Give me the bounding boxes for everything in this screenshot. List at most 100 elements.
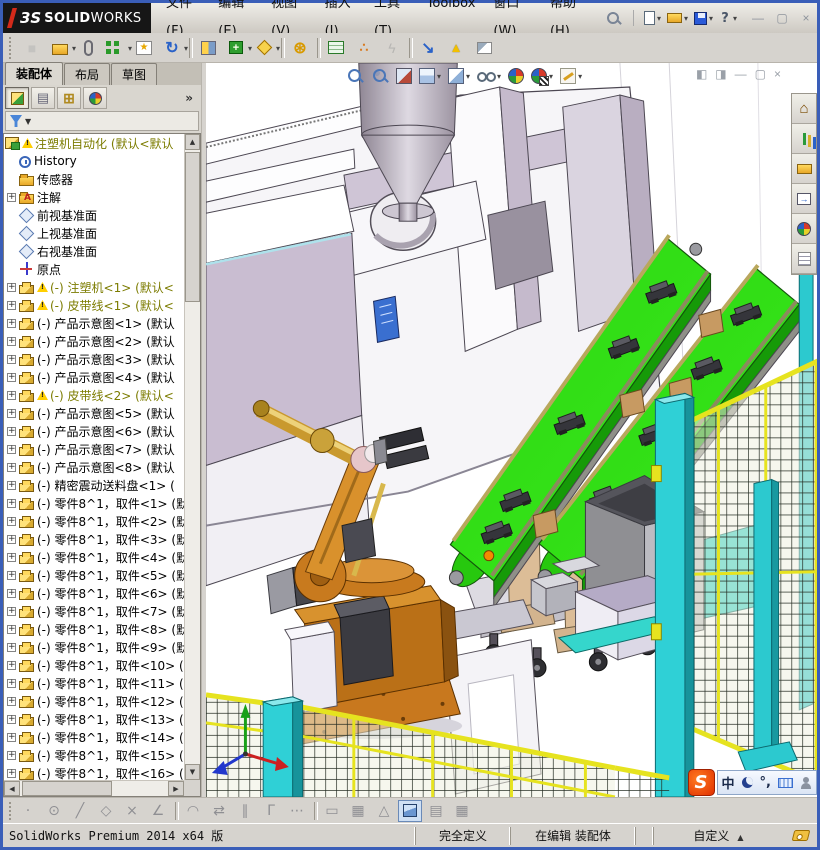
view-orientation[interactable]: ▾ xyxy=(417,66,443,86)
circle[interactable]: ⊙ xyxy=(42,800,66,822)
tab-sketch[interactable]: 草图 xyxy=(111,63,158,85)
tree-item[interactable]: + (-) 零件8^1，取件<8> (默 xyxy=(4,620,184,638)
tree-item[interactable]: + (-) 零件8^1，取件<15> ( xyxy=(4,746,184,764)
tab-assembly[interactable]: 装配体 xyxy=(5,62,64,85)
moon[interactable] xyxy=(741,777,753,788)
insert-components[interactable]: ▾ xyxy=(47,35,76,61)
toolbar-grip[interactable] xyxy=(9,36,14,59)
bom[interactable]: ▾ xyxy=(317,35,349,61)
tree-item[interactable]: + (-) 零件8^1，取件<7> (默 xyxy=(4,602,184,620)
instant3d[interactable]: ▾ xyxy=(409,35,441,61)
dropdown-arrow-icon[interactable]: ▾ xyxy=(276,44,280,53)
tree-item[interactable]: + (-) 零件8^1，取件<16> ( xyxy=(4,764,184,780)
dropdown-arrow-icon[interactable]: ▾ xyxy=(733,14,737,23)
scene[interactable]: ▾ xyxy=(529,66,555,86)
tree-item[interactable]: + (-) 产品示意图<7> (默认 xyxy=(4,440,184,458)
tree-item[interactable]: + (-) 零件8^1，取件<14> ( xyxy=(4,728,184,746)
expand-icon[interactable]: + xyxy=(7,318,16,328)
scroll-thumb[interactable] xyxy=(22,781,112,796)
motion-study[interactable]: ▾ xyxy=(281,35,313,61)
custom-properties[interactable] xyxy=(792,244,816,274)
mate[interactable]: ▾ xyxy=(75,35,101,61)
tree-vertical-scrollbar[interactable]: ▲ ▼ xyxy=(184,134,200,780)
hide-show[interactable]: ▾ xyxy=(475,65,503,87)
dropdown-arrow-icon[interactable]: ▾ xyxy=(437,72,441,81)
filter-dropdown-icon[interactable]: ▼ xyxy=(25,117,31,126)
expand-icon[interactable]: + xyxy=(7,678,16,688)
preview-window[interactable]: ▾ xyxy=(471,35,497,61)
expand-icon[interactable]: + xyxy=(7,426,16,436)
shaded-cube[interactable] xyxy=(398,799,422,822)
help[interactable]: ▾ xyxy=(717,10,739,26)
file-explorer[interactable] xyxy=(792,184,816,214)
tree-item[interactable]: + 上视基准面 xyxy=(4,224,184,242)
property-manager[interactable] xyxy=(31,87,55,109)
tag-icon[interactable] xyxy=(791,830,811,841)
scroll-down-icon[interactable]: ▼ xyxy=(185,764,200,780)
dropdown-arrow-icon[interactable]: ▾ xyxy=(466,72,470,81)
zoom-fit[interactable]: ▾ xyxy=(344,65,366,87)
expand-icon[interactable]: + xyxy=(7,300,16,310)
feature-manager[interactable] xyxy=(5,87,29,109)
tree-item[interactable]: + (-) 注塑机<1> (默认< xyxy=(4,278,184,296)
tree-item[interactable]: + (-) 零件8^1，取件<6> (默 xyxy=(4,584,184,602)
configuration-manager[interactable] xyxy=(57,87,81,109)
resources[interactable] xyxy=(792,124,816,154)
expand-icon[interactable]: + xyxy=(7,408,16,418)
tree-item[interactable]: + (-) 产品示意图<1> (默认 xyxy=(4,314,184,332)
dropdown-arrow-icon[interactable]: ▾ xyxy=(184,44,188,53)
section-view[interactable]: ▾ xyxy=(394,66,414,86)
dropdown-arrow-icon[interactable]: ▾ xyxy=(657,14,661,23)
custom-status[interactable]: 自定义 ▲ xyxy=(653,826,783,845)
zoom-area[interactable]: ▾ xyxy=(369,65,391,87)
expand-icon[interactable]: + xyxy=(7,750,16,760)
edit-appearance[interactable]: ▾ xyxy=(558,66,584,86)
expand-icon[interactable]: + xyxy=(7,480,16,490)
close[interactable]: × xyxy=(797,11,815,25)
tab-layout[interactable]: 布局 xyxy=(64,63,111,85)
tree-item[interactable]: + (-) 零件8^1，取件<9> (默 xyxy=(4,638,184,656)
expand-icon[interactable]: + xyxy=(7,732,16,742)
triangle[interactable]: △ xyxy=(372,800,396,822)
line[interactable]: ╱ xyxy=(68,800,92,822)
tree-item[interactable]: + (-) 零件8^1，取件<5> (默 xyxy=(4,566,184,584)
exploded-view[interactable]: ▾ xyxy=(351,35,377,61)
move-component[interactable]: ▾ xyxy=(159,35,188,61)
tree-item[interactable]: + (-) 零件8^1，取件<4> (默 xyxy=(4,548,184,566)
punctuation[interactable]: °, xyxy=(760,775,771,790)
point[interactable]: · xyxy=(16,800,40,822)
user[interactable] xyxy=(800,776,812,789)
expand-icon[interactable]: + xyxy=(7,282,16,292)
expand-icon[interactable]: + xyxy=(7,660,16,670)
ruler[interactable]: ▭ xyxy=(314,800,344,822)
tree-item[interactable]: + (-) 零件8^1，取件<10> ( xyxy=(4,656,184,674)
pane-right[interactable]: ◨ xyxy=(715,67,726,81)
tree-item[interactable]: + 注塑机自动化 (默认<默认 xyxy=(4,134,184,152)
expand-icon[interactable]: + xyxy=(7,516,16,526)
tree-item[interactable]: + (-) 皮带线<2> (默认< xyxy=(4,386,184,404)
tree-item[interactable]: + 右视基准面 xyxy=(4,242,184,260)
show-hidden[interactable]: ▾ xyxy=(189,35,221,61)
tree-item[interactable]: + (-) 产品示意图<3> (默认 xyxy=(4,350,184,368)
tree-item[interactable]: + 原点 xyxy=(4,260,184,278)
two-view[interactable]: ▤ xyxy=(424,800,448,822)
display-style[interactable]: ▾ xyxy=(446,66,472,86)
reverse[interactable]: ⇄ xyxy=(207,800,231,822)
tangent[interactable]: ◠ xyxy=(175,800,205,822)
tree-item[interactable]: + (-) 产品示意图<8> (默认 xyxy=(4,458,184,476)
tree-horizontal-scrollbar[interactable]: ◀ ▶ xyxy=(4,780,184,796)
perpendicular[interactable]: Γ xyxy=(259,800,283,822)
assembly-features[interactable]: ▾ xyxy=(223,35,252,61)
3d-viewport[interactable]: ▾▾▾▾▾▾▾▾▾ ◧◨—▢× S 中°, xyxy=(206,63,817,797)
save-document[interactable]: ▾ xyxy=(692,11,715,26)
component-pattern[interactable]: ▾ xyxy=(103,35,132,61)
minimize[interactable]: — xyxy=(749,11,767,25)
expand-icon[interactable]: + xyxy=(7,552,16,562)
design-library[interactable] xyxy=(792,154,816,184)
dotted[interactable]: ⋯ xyxy=(285,800,309,822)
doc-minimize[interactable]: — xyxy=(735,67,747,81)
insert-component[interactable]: ▾ xyxy=(19,35,45,61)
appearance[interactable]: ▾ xyxy=(506,66,526,86)
scroll-right-icon[interactable]: ▶ xyxy=(168,781,184,796)
drag-handle[interactable] xyxy=(6,800,14,822)
